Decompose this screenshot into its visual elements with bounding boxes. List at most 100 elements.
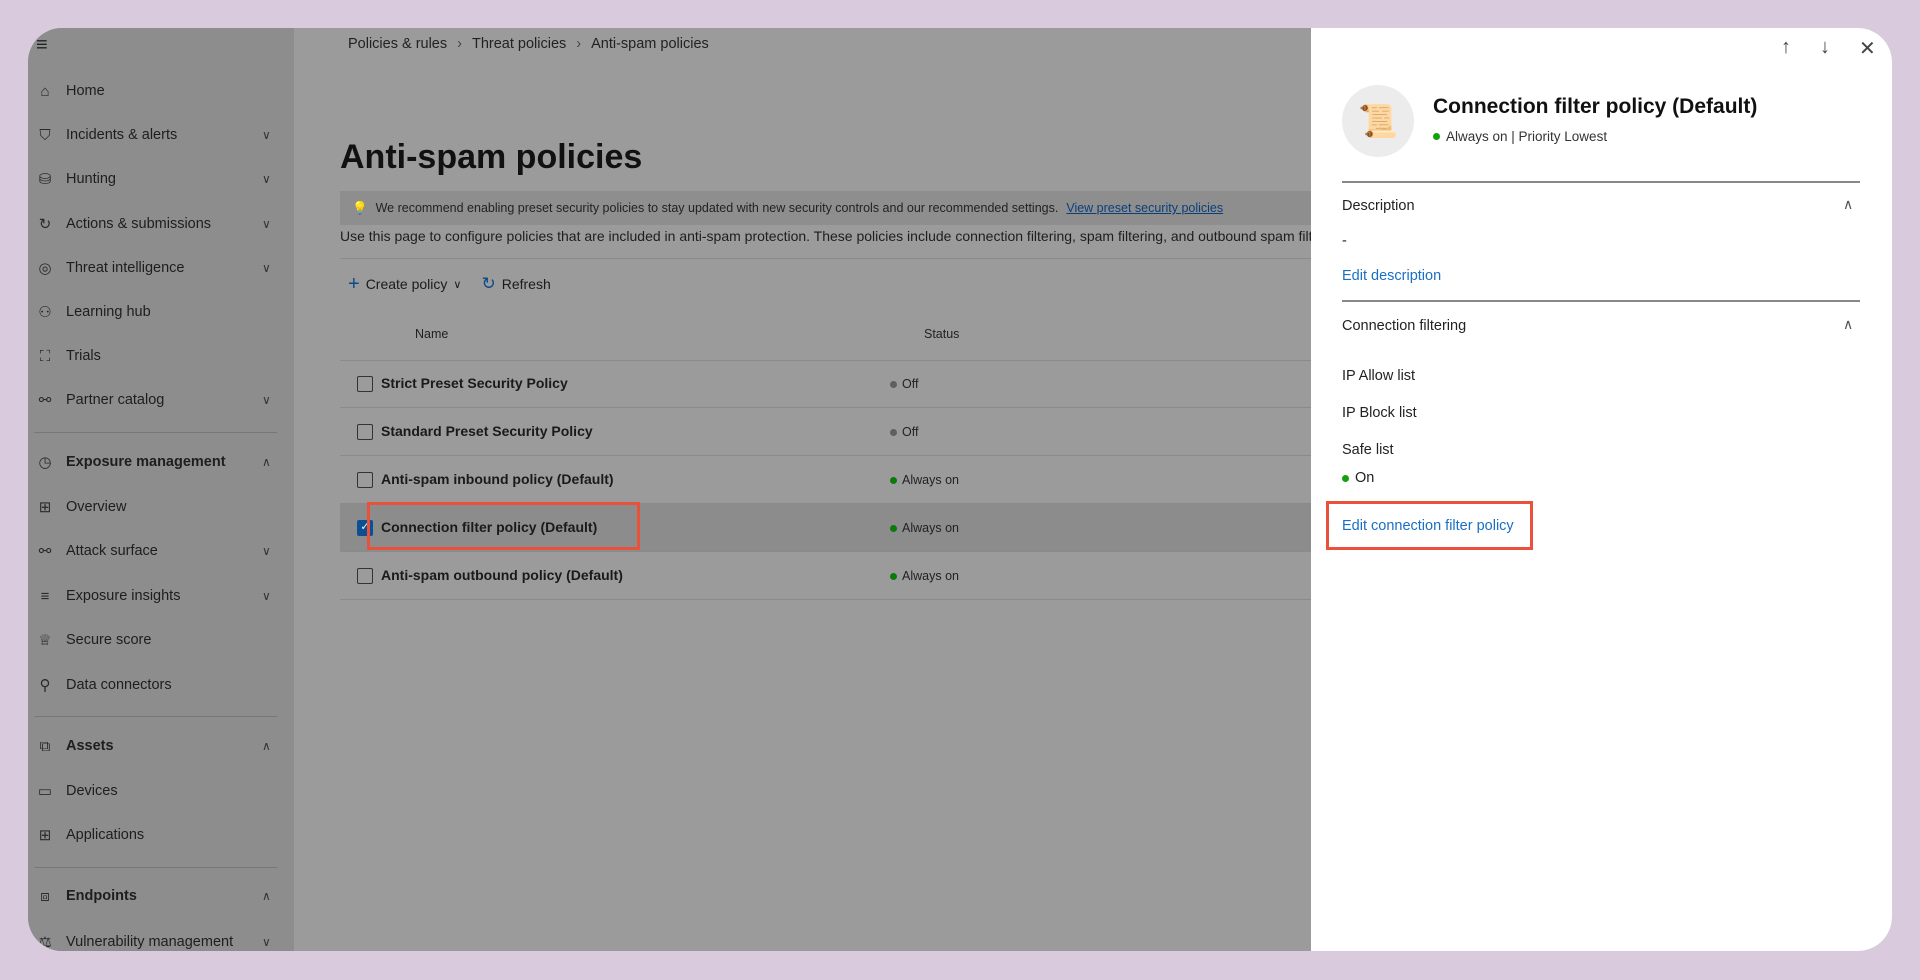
chevron-down-icon[interactable]: ∨	[262, 935, 271, 949]
view-preset-policies-link[interactable]: View preset security policies	[1066, 201, 1223, 215]
sidebar-item-label: Attack surface	[66, 543, 158, 559]
sidebar-item[interactable]: ⚯ Partner catalog ∨	[28, 380, 294, 420]
overview-icon: ⊞	[38, 499, 52, 516]
column-header-name[interactable]: Name	[415, 327, 448, 341]
refresh-button[interactable]: Refresh	[502, 276, 551, 292]
chevron-up-icon[interactable]: ∧	[262, 889, 271, 903]
sidebar-item[interactable]: ⧈ Endpoints ∧	[28, 876, 294, 916]
highlight-box	[367, 502, 640, 550]
status-text: Always on	[902, 473, 959, 487]
chevron-down-icon[interactable]: ∨	[262, 544, 271, 558]
sidebar-item[interactable]: ⚖ Vulnerability management ∨	[28, 922, 294, 951]
exposure-icon: ◷	[38, 454, 52, 471]
page-description: Use this page to configure policies that…	[340, 228, 1325, 244]
row-checkbox[interactable]	[357, 376, 373, 392]
divider	[340, 258, 1311, 259]
sidebar-item[interactable]: ⊞ Overview	[28, 487, 294, 527]
table-row[interactable]: Strict Preset Security Policy Off	[340, 360, 1311, 408]
scroll-policy-icon: 📜	[1342, 85, 1414, 157]
chevron-down-icon[interactable]: ∨	[262, 172, 271, 186]
policy-status: Always on	[890, 473, 959, 487]
table-row[interactable]: Standard Preset Security Policy Off	[340, 408, 1311, 456]
lightbulb-icon: 💡	[352, 200, 368, 215]
sidebar-item-label: Partner catalog	[66, 392, 165, 408]
sidebar-item[interactable]: ↻ Actions & submissions ∨	[28, 204, 294, 244]
table-row[interactable]: Anti-spam inbound policy (Default) Always…	[340, 456, 1311, 504]
policy-name[interactable]: Strict Preset Security Policy	[381, 375, 568, 391]
ip-allow-list-label: IP Allow list	[1342, 368, 1416, 384]
chevron-down-icon[interactable]: ∨	[453, 278, 461, 291]
sidebar-item-label: Applications	[66, 827, 145, 843]
sidebar-item-label: Data connectors	[66, 677, 172, 693]
policy-status: Off	[890, 425, 918, 439]
threat-intel-icon: ◎	[38, 260, 52, 277]
sidebar-item[interactable]: ⧉ Assets ∧	[28, 726, 294, 766]
breadcrumb-item[interactable]: Threat policies	[472, 36, 566, 52]
close-icon[interactable]: ✕	[1859, 36, 1876, 61]
sidebar-item[interactable]: ◎ Threat intelligence ∨	[28, 248, 294, 288]
sidebar-item[interactable]: ⌂ Home	[28, 71, 294, 111]
sidebar-item[interactable]: ⛉ Incidents & alerts ∨	[28, 115, 294, 155]
sidebar-item[interactable]: ⊞ Applications	[28, 815, 294, 855]
sidebar-item-label: Devices	[66, 783, 118, 799]
sidebar-item[interactable]: ◷ Exposure management ∧	[28, 442, 294, 482]
sidebar-item-label: Overview	[66, 499, 127, 515]
refresh-icon: ↻	[481, 274, 496, 293]
connector-icon: ⚲	[39, 677, 51, 694]
chevron-up-icon[interactable]: ∧	[1843, 316, 1853, 333]
connection-filtering-section-header[interactable]: Connection filtering	[1342, 318, 1466, 334]
sidebar-item[interactable]: ⚯ Attack surface ∨	[28, 531, 294, 571]
chevron-down-icon[interactable]: ∨	[262, 589, 271, 603]
breadcrumb-item: Anti-spam policies	[591, 36, 709, 52]
chevron-up-icon[interactable]: ∧	[1843, 196, 1853, 213]
sidebar-divider	[34, 867, 277, 868]
arrow-down-icon[interactable]: ↓	[1820, 36, 1830, 59]
row-checkbox[interactable]	[357, 568, 373, 584]
policy-name[interactable]: Anti-spam outbound policy (Default)	[381, 567, 623, 583]
chevron-right-icon: ›	[457, 36, 462, 52]
description-section-header[interactable]: Description	[1342, 198, 1415, 214]
chevron-down-icon[interactable]: ∨	[262, 217, 271, 231]
main-content: Policies & rules › Threat policies › Anti-…	[294, 28, 1325, 951]
table-row[interactable]: Anti-spam outbound policy (Default) Alway…	[340, 552, 1311, 600]
sidebar-item[interactable]: ♕ Secure score	[28, 620, 294, 660]
ip-block-list-label: IP Block list	[1342, 405, 1417, 421]
sidebar-item-label: Home	[66, 83, 105, 99]
sidebar-item-label: Exposure management	[66, 454, 226, 470]
sidebar-item[interactable]: ⛁ Hunting ∨	[28, 159, 294, 199]
chevron-down-icon[interactable]: ∨	[262, 393, 271, 407]
sidebar-item[interactable]: ⛶ Trials	[28, 336, 294, 376]
status-dot	[890, 428, 897, 436]
chevron-down-icon[interactable]: ∨	[262, 261, 271, 275]
column-header-status[interactable]: Status	[924, 327, 959, 341]
breadcrumb-item[interactable]: Policies & rules	[348, 36, 447, 52]
policy-name[interactable]: Anti-spam inbound policy (Default)	[381, 471, 614, 487]
trophy-icon: ♕	[38, 632, 52, 649]
sidebar-item[interactable]: ⚇ Learning hub	[28, 292, 294, 332]
edit-description-link[interactable]: Edit description	[1342, 268, 1441, 284]
row-checkbox[interactable]	[357, 424, 373, 440]
sidebar-item[interactable]: ▭ Devices	[28, 771, 294, 811]
arrow-up-icon[interactable]: ↑	[1781, 36, 1791, 59]
row-checkbox[interactable]	[357, 472, 373, 488]
toolbar: + Create policy ∨ ↻ Refresh	[348, 272, 551, 296]
chevron-up-icon[interactable]: ∧	[262, 739, 271, 753]
chevron-down-icon[interactable]: ∨	[262, 128, 271, 142]
safe-list-value: On	[1342, 470, 1374, 486]
attack-surface-icon: ⚯	[38, 543, 52, 560]
recommendation-banner: 💡 We recommend enabling preset security …	[340, 191, 1311, 225]
status-dot	[890, 524, 897, 532]
panel-title: Connection filter policy (Default)	[1433, 95, 1758, 118]
chevron-up-icon[interactable]: ∧	[262, 455, 271, 469]
applications-icon: ⊞	[38, 827, 52, 844]
status-text: Off	[902, 425, 919, 439]
panel-subtitle: Always on | Priority Lowest	[1433, 129, 1607, 144]
create-policy-button[interactable]: Create policy	[366, 276, 448, 292]
sidebar-item-label: Vulnerability management	[66, 934, 234, 950]
sidebar-item[interactable]: ⚲ Data connectors	[28, 665, 294, 705]
policy-name[interactable]: Standard Preset Security Policy	[381, 423, 593, 439]
sidebar-item[interactable]: ≡ Exposure insights ∨	[28, 576, 294, 616]
endpoints-icon: ⧈	[40, 887, 50, 905]
hamburger-menu-icon[interactable]: ≡	[36, 34, 48, 57]
description-value: -	[1342, 233, 1347, 249]
